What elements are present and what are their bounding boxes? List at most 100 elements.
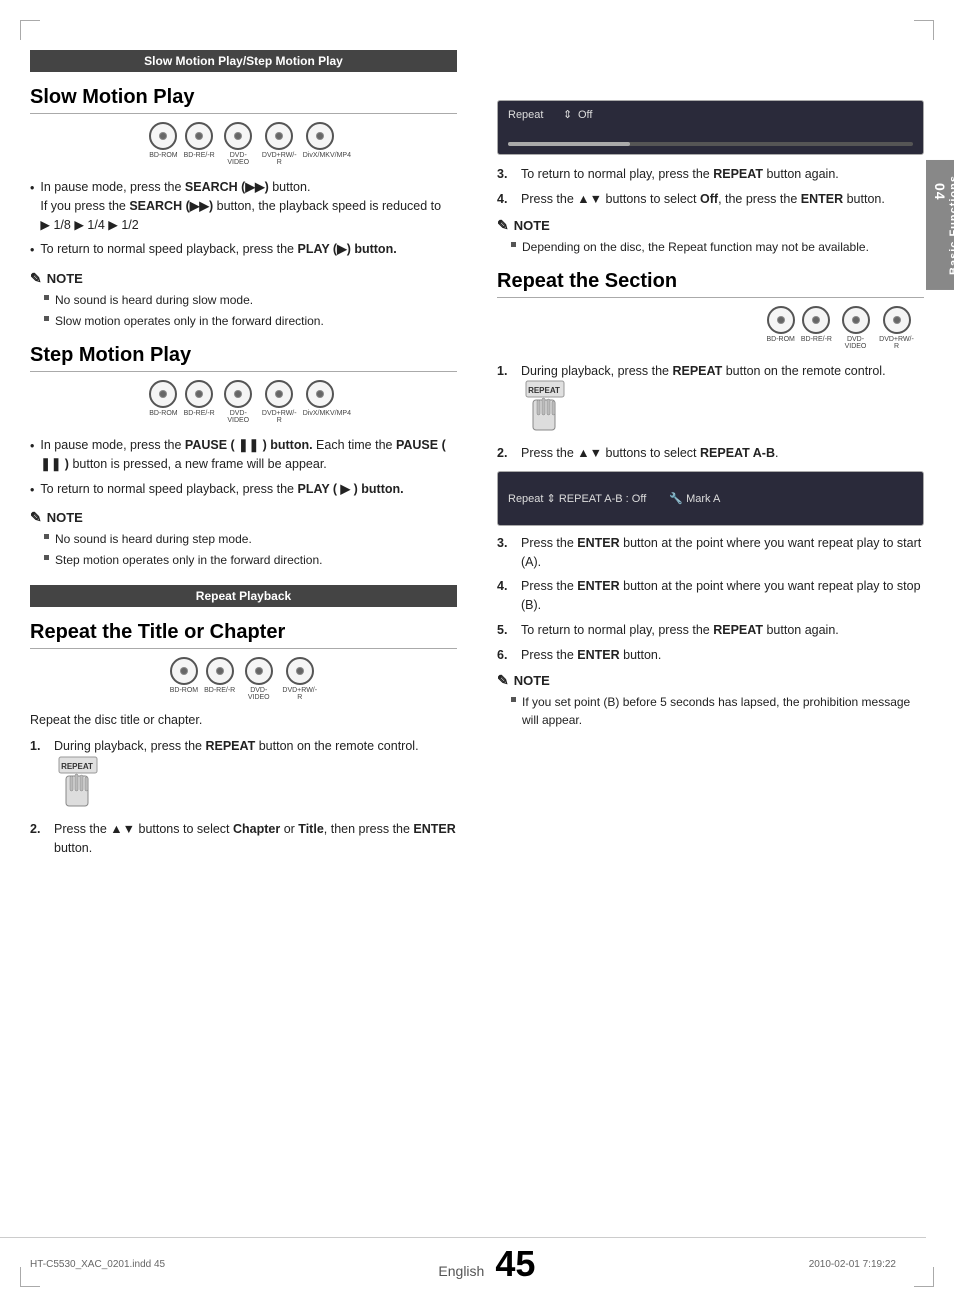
sq-bullet-4 [44,555,49,560]
repeat-section-title: Repeat the Section [497,270,924,298]
right-note-items: Depending on the disc, the Repeat functi… [497,238,924,256]
ab-value: REPEAT A-B : Off [559,493,646,505]
disc-label-bdrer: BD-RE/-R [184,152,215,159]
chapter-tab: 04 Basic Functions [926,160,954,290]
chapter-number: 04 [932,183,948,275]
pencil-icon: ✎ [30,270,42,287]
step-motion-bullet-1: • In pause mode, press the PAUSE ( ❚❚ ) … [30,436,457,474]
slow-motion-bullet-2: • To return to normal speed playback, pr… [30,240,457,260]
rs-step-4-text: Press the ENTER button at the point wher… [521,577,924,615]
rs-disc-bdrom: BD-ROM [766,306,794,350]
step-motion-note-text-2: Step motion operates only in the forward… [55,551,322,569]
step-motion-bullet-2: • To return to normal speed playback, pr… [30,480,457,500]
chapter-title: Basic Functions [948,175,954,275]
rs-note-item-1: If you set point (B) before 5 seconds ha… [511,693,924,729]
step-motion-title: Step Motion Play [30,344,457,372]
disc-icon-bdrer: BD-RE/-R [184,122,215,166]
disc-icon-divx: DivX/MKV/MP4 [303,122,338,166]
corner-mark-tr [914,20,934,40]
repeat-disc-dvdplusrw: DVD+RW/-R [282,657,317,701]
right-note-header: ✎ NOTE [497,217,924,234]
step-motion-bullets: • In pause mode, press the PAUSE ( ❚❚ ) … [30,436,457,499]
repeat-section-steps-2: 3. Press the ENTER button at the point w… [497,534,924,665]
screen-icon-arrow: ⇕ [563,108,572,121]
repeat-title-chapter-section: Repeat the Title or Chapter BD-ROM BD-RE… [30,621,457,857]
step-num-1: 1. [30,737,48,814]
rs-step-6: 6. Press the ENTER button. [497,646,924,665]
rs-step-6-text: Press the ENTER button. [521,646,661,665]
repeat-disc-bdrer: BD-RE/-R [204,657,235,701]
rs-step-num-2: 2. [497,444,515,463]
slow-motion-note: ✎ NOTE No sound is heard during slow mod… [30,270,457,330]
screen-image-container: Repeat ⇕ Off [497,100,924,155]
main-content: Slow Motion Play/Step Motion Play Slow M… [0,40,954,1247]
repeat-title-chapter-title: Repeat the Title or Chapter [30,621,457,649]
slow-motion-note-item-2: Slow motion operates only in the forward… [44,312,457,330]
disc-circle-dvdplusrw [265,122,293,150]
rs-disc-dvdplusrw: DVD+RW/-R [879,306,914,350]
svg-text:REPEAT: REPEAT [61,762,93,771]
right-steps-1: 3. To return to normal play, press the R… [497,165,924,209]
screen-progress-bar-container [508,142,913,146]
repeat-hand-svg-2: REPEAT [525,380,570,432]
rs-step-1-text: During playback, press the REPEAT button… [521,362,924,439]
disc-icon-dvdplusrw: DVD+RW/-R [262,122,297,166]
rs-step-3-text: Press the ENTER button at the point wher… [521,534,924,572]
step-bullet-1: • [30,437,34,474]
step-motion-bullet-2-text: To return to normal speed playback, pres… [40,480,403,500]
ab-arrow: ⇕ [547,493,559,505]
footer: HT-C5530_XAC_0201.indd 45 English 45 201… [0,1237,926,1282]
slow-motion-bullet-2-text: To return to normal speed playback, pres… [40,240,396,260]
rs-step-num-3: 3. [497,534,515,572]
step-motion-note-item-1: No sound is heard during step mode. [44,530,457,548]
step-motion-note-item-2: Step motion operates only in the forward… [44,551,457,569]
note-label-2: NOTE [47,510,83,525]
disc-circle-divx [306,122,334,150]
screen-image-repeat: Repeat ⇕ Off [497,100,924,155]
repeat-disc-bdrom: BD-ROM [170,657,198,701]
note-label-3: NOTE [514,218,550,233]
step-bullet-2: • [30,481,34,500]
repeat-button-image-2: REPEAT [525,380,570,438]
step-motion-section: Step Motion Play BD-ROM BD-RE/-R DVD-VID… [30,344,457,569]
repeat-section-steps-1: 1. During playback, press the REPEAT but… [497,362,924,463]
right-note-text-1: Depending on the disc, the Repeat functi… [522,238,869,256]
right-column: Repeat ⇕ Off 3. To return to normal play… [487,50,924,1237]
repeat-title-steps: 1. During playback, press the REPEAT but… [30,737,457,857]
step-motion-disc-icons: BD-ROM BD-RE/-R DVD-VIDEO DVD+RW/-R [30,380,457,424]
repeat-title-step-2-text: Press the ▲▼ buttons to select Chapter o… [54,820,457,858]
footer-filename: HT-C5530_XAC_0201.indd 45 [30,1259,165,1270]
rs-step-5-text: To return to normal play, press the REPE… [521,621,839,640]
pencil-icon-2: ✎ [30,509,42,526]
step-disc-dvdplusrw: DVD+RW/-R [262,380,297,424]
disc-label-divx: DivX/MKV/MP4 [303,152,338,159]
right-step-3: 3. To return to normal play, press the R… [497,165,924,184]
banner-repeat-playback: Repeat Playback [30,585,457,607]
page: 04 Basic Functions Slow Motion Play/Step… [0,0,954,1307]
step-motion-bullet-1-text: In pause mode, press the PAUSE ( ❚❚ ) bu… [40,436,457,474]
rs-step-2: 2. Press the ▲▼ buttons to select REPEAT… [497,444,924,463]
disc-circle-bdrom [149,122,177,150]
banner-slow-motion: Slow Motion Play/Step Motion Play [30,50,457,72]
step-disc-dvdvideo: DVD-VIDEO [221,380,256,424]
rs-note-header: ✎ NOTE [497,672,924,689]
footer-page-number: 45 [495,1246,535,1282]
step-disc-divx: DivX/MKV/MP4 [303,380,338,424]
corner-mark-tl [20,20,40,40]
rs-note-items: If you set point (B) before 5 seconds ha… [497,693,924,729]
slow-motion-bullet-1: • In pause mode, press the SEARCH (▶▶) b… [30,178,457,234]
ab-screen: Repeat ⇕ REPEAT A-B : Off 🔧 Mark A [497,471,924,526]
note-label-4: NOTE [514,673,550,688]
repeat-title-disc-icons: BD-ROM BD-RE/-R DVD-VIDEO DVD+RW/-R [30,657,457,701]
rs-note: ✎ NOTE If you set point (B) before 5 sec… [497,672,924,729]
disc-circle-dvdvideo [224,122,252,150]
ab-mark: 🔧 Mark A [669,493,720,505]
right-note: ✎ NOTE Depending on the disc, the Repeat… [497,217,924,256]
slow-motion-bullets: • In pause mode, press the SEARCH (▶▶) b… [30,178,457,260]
rs-step-num-1: 1. [497,362,515,439]
repeat-disc-dvdvideo: DVD-VIDEO [241,657,276,701]
slow-motion-title: Slow Motion Play [30,86,457,114]
bullet-symbol-1: • [30,179,34,234]
repeat-title-step-1-text: During playback, press the REPEAT button… [54,737,457,814]
step-num-2: 2. [30,820,48,858]
